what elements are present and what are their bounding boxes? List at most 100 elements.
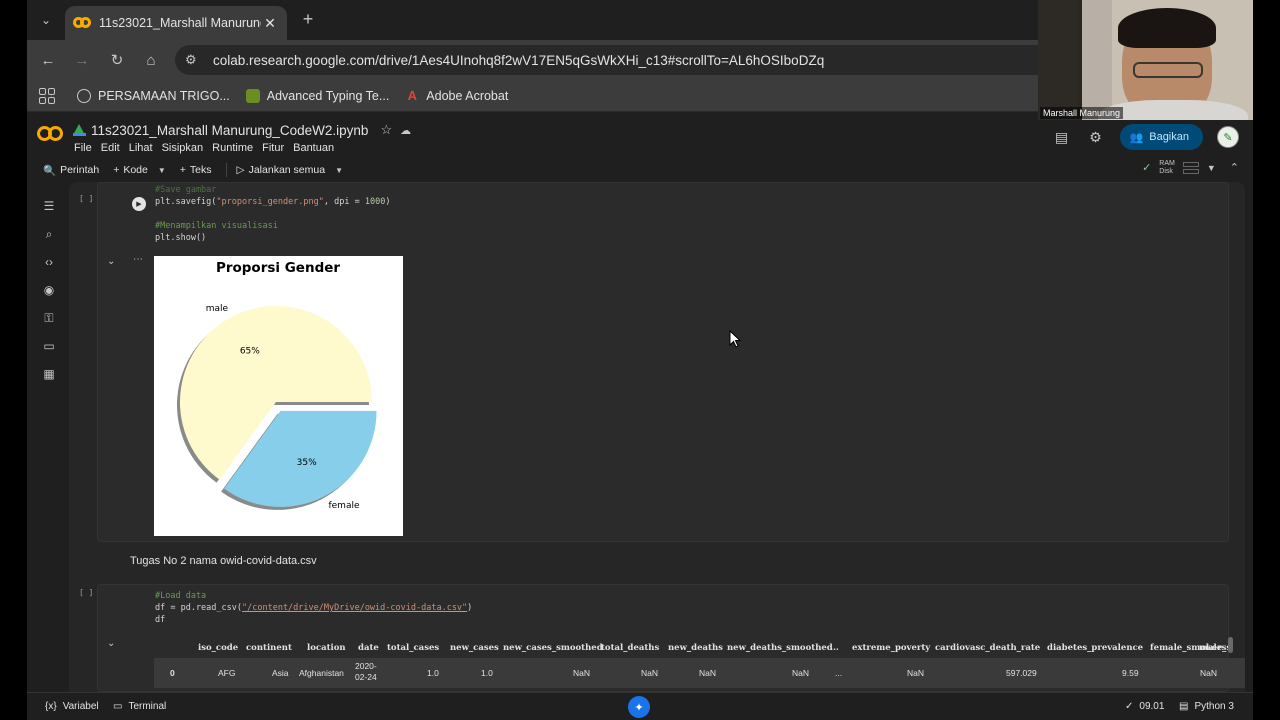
bookmark-persamaan[interactable]: PERSAMAAN TRIGO... xyxy=(77,88,230,103)
chevron-up-icon[interactable]: ⌃ xyxy=(1230,161,1239,174)
scrollbar-thumb[interactable] xyxy=(1228,637,1233,653)
menu-help[interactable]: Bantuan xyxy=(293,142,334,154)
table-cell: Asia xyxy=(272,668,289,678)
bookmark-label: PERSAMAAN TRIGO... xyxy=(98,88,230,103)
column-header: total_deaths xyxy=(601,643,660,653)
key-icon[interactable]: ⚿ xyxy=(41,310,57,326)
secrets-eye-icon[interactable]: ◉ xyxy=(41,282,57,298)
menu-file[interactable]: File xyxy=(74,142,92,154)
comment-icon[interactable]: ▤ xyxy=(1052,127,1072,147)
home-icon[interactable]: ⌂ xyxy=(140,49,162,71)
add-text-button[interactable]: + Teks xyxy=(180,164,212,176)
command-label: Perintah xyxy=(60,164,100,176)
menu-view[interactable]: Lihat xyxy=(129,142,153,154)
tab-search-button[interactable]: ⌄ xyxy=(33,7,59,33)
menu-insert[interactable]: Sisipkan xyxy=(162,142,204,154)
table-cell: NaN xyxy=(907,668,925,678)
plus-icon: + xyxy=(113,164,120,176)
share-button[interactable]: 👥 Bagikan xyxy=(1119,124,1203,150)
cloud-icon[interactable]: ☁ xyxy=(400,124,411,137)
notebook-title-row: 11s23021_Marshall Manurung_CodeW2.ipynb … xyxy=(73,122,411,138)
command-palette-button[interactable]: 🔍 Perintah xyxy=(43,164,99,177)
menu-edit[interactable]: Edit xyxy=(101,142,120,154)
check-icon: ✓ xyxy=(1142,162,1152,174)
notebook-title[interactable]: 11s23021_Marshall Manurung_CodeW2.ipynb xyxy=(91,123,368,138)
column-header: location xyxy=(307,643,346,653)
plus-icon: + xyxy=(179,164,186,176)
drive-icon[interactable] xyxy=(73,124,86,136)
gemini-icon[interactable]: ✦ xyxy=(628,696,650,718)
bookmark-typing[interactable]: Advanced Typing Te... xyxy=(245,88,390,103)
code-editor[interactable]: #Load data df = pd.read_csv("/content/dr… xyxy=(155,590,472,626)
code-token: ) xyxy=(467,603,473,613)
column-header: continent xyxy=(246,643,292,653)
add-code-button[interactable]: + Kode ▼ xyxy=(113,164,166,176)
slice-label-female: female xyxy=(328,501,359,511)
bookmark-label: Adobe Acrobat xyxy=(426,88,509,103)
code-number: 1000 xyxy=(364,197,386,207)
code-snippets-icon[interactable]: ‹› xyxy=(41,254,57,270)
site-info-icon[interactable]: ⚙ xyxy=(185,52,203,68)
table-cell: 1.0 xyxy=(427,668,439,678)
table-cell: 2020-02-24 xyxy=(355,661,377,682)
run-all-button[interactable]: ▷ Jalankan semua ▼ xyxy=(237,164,343,176)
colab-logo-icon[interactable] xyxy=(37,126,65,142)
markdown-cell-text[interactable]: Tugas No 2 nama owid-covid-data.csv xyxy=(130,555,317,567)
column-header: cardiovasc_death_rate xyxy=(935,643,1041,653)
participant-name: Marshall Manurung xyxy=(1040,107,1124,119)
table-cell: 597.029 xyxy=(1006,668,1037,678)
slice-percent-female: 35% xyxy=(297,458,317,468)
bookmark-acrobat[interactable]: A Adobe Acrobat xyxy=(405,88,509,103)
avatar[interactable]: ✎ xyxy=(1217,126,1239,148)
collapse-output-icon[interactable]: ⌄ xyxy=(107,638,115,649)
star-icon[interactable]: ☆ xyxy=(380,122,392,138)
terminal-icon: ▭ xyxy=(113,701,123,712)
folder-icon[interactable]: ▭ xyxy=(41,338,57,354)
run-cell-button[interactable]: ▶ xyxy=(132,197,146,211)
chevron-down-icon[interactable]: ▼ xyxy=(158,166,166,175)
resource-indicator[interactable]: ✓ RAM Disk ▼ ⌃ xyxy=(1142,160,1239,175)
find-icon[interactable]: ⌕ xyxy=(41,226,57,242)
close-tab-icon[interactable]: ✕ xyxy=(261,14,279,32)
browser-tab[interactable]: 11s23021_Marshall Manurung_C ✕ xyxy=(65,6,287,40)
terminal-button[interactable]: ▭ Terminal xyxy=(113,701,166,712)
code-token: df = pd.read_csv( xyxy=(155,603,242,613)
code-comment: #Load data xyxy=(155,591,207,601)
forward-icon[interactable]: → xyxy=(71,49,93,71)
toc-icon[interactable]: ☰ xyxy=(41,198,57,214)
execution-time: 09.01 xyxy=(1139,701,1165,712)
variables-button[interactable]: {x} Variabel xyxy=(45,701,99,712)
table-cell: NaN xyxy=(699,668,717,678)
new-tab-button[interactable]: + xyxy=(297,8,319,30)
menu-runtime[interactable]: Runtime xyxy=(212,142,253,154)
chevron-down-icon[interactable]: ▼ xyxy=(335,166,343,175)
share-label: Bagikan xyxy=(1149,131,1189,143)
gear-icon[interactable]: ⚙ xyxy=(1086,127,1106,147)
check-icon: ✓ xyxy=(1125,701,1134,712)
column-header: new_cases xyxy=(450,643,499,653)
back-icon[interactable]: ← xyxy=(37,49,59,71)
output-menu-icon[interactable]: ⋯ xyxy=(133,254,143,265)
runtime-indicator[interactable]: ▤ Python 3 xyxy=(1179,701,1234,712)
chart-title: Proporsi Gender xyxy=(216,260,340,276)
code-token: , dpi = xyxy=(323,197,365,207)
table-cell: NaN xyxy=(641,668,659,678)
apps-grid-icon[interactable] xyxy=(39,87,55,104)
tab-title: 11s23021_Marshall Manurung_C xyxy=(99,16,261,30)
reload-icon[interactable]: ↻ xyxy=(106,49,128,71)
pie-chart: Proporsi Gender male 65% female 35% xyxy=(177,260,377,511)
menu-tools[interactable]: Fitur xyxy=(262,142,284,154)
bookmark-label: Advanced Typing Te... xyxy=(266,88,390,103)
slice-label-male: male xyxy=(206,304,229,314)
column-header: total_cases xyxy=(387,643,440,653)
table-icon[interactable]: ▦ xyxy=(41,366,57,382)
chevron-down-icon[interactable]: ▼ xyxy=(1207,163,1216,173)
mouse-cursor-icon xyxy=(729,330,741,348)
table-cell: 1.0 xyxy=(481,668,493,678)
people-icon: 👥 xyxy=(1129,131,1144,144)
collapse-output-icon[interactable]: ⌄ xyxy=(107,256,115,267)
code-string[interactable]: "/content/drive/MyDrive/owid-covid-data.… xyxy=(242,603,467,613)
code-editor[interactable]: #Save gambar plt.savefig("proporsi_gende… xyxy=(155,184,390,244)
execution-status[interactable]: ✓ 09.01 xyxy=(1125,701,1164,712)
typing-icon xyxy=(245,88,260,103)
